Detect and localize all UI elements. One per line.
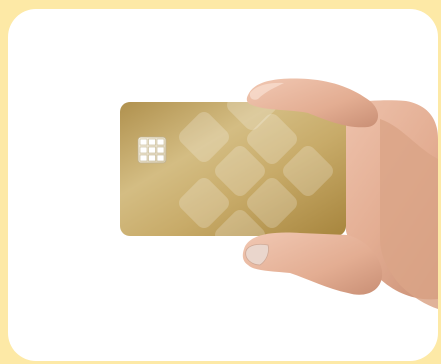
chip-icon <box>137 136 167 164</box>
photo-frame <box>8 9 438 361</box>
hand-fingers <box>242 232 383 295</box>
card-in-hand-photo <box>120 78 438 309</box>
